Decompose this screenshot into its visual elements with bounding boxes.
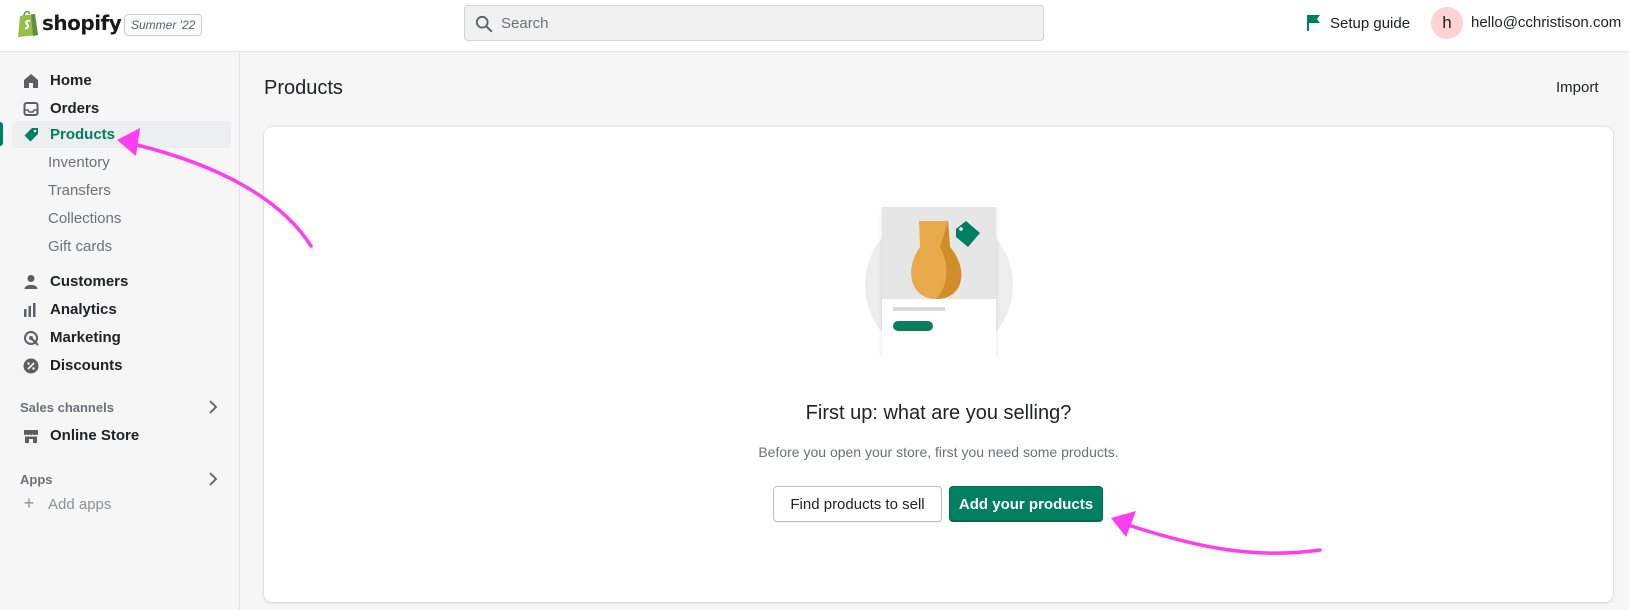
- import-button[interactable]: Import: [1556, 79, 1599, 96]
- setup-guide-button[interactable]: Setup guide: [1306, 14, 1410, 32]
- empty-state-heading: First up: what are you selling?: [805, 402, 1072, 424]
- shopify-logo[interactable]: shopify: [16, 8, 122, 38]
- tag-icon: [22, 126, 40, 144]
- flag-icon: [1307, 15, 1320, 31]
- sidebar-item-label: Orders: [50, 100, 100, 117]
- bar-chart-icon: [22, 301, 40, 319]
- discount-icon: [22, 357, 40, 375]
- add-apps-label: Add apps: [48, 495, 112, 513]
- user-email[interactable]: hello@cchristison.com: [1471, 14, 1621, 31]
- sidebar-item-label: Discounts: [50, 357, 123, 374]
- sidebar-subitem-gift-cards[interactable]: Gift cards: [48, 238, 112, 255]
- orders-icon: [22, 100, 40, 118]
- apps-title: Apps: [20, 472, 53, 487]
- sidebar-item-online-store[interactable]: Online Store: [12, 422, 231, 449]
- active-indicator: [0, 122, 3, 146]
- sidebar-item-label: Products: [50, 126, 116, 143]
- home-icon: [22, 72, 40, 90]
- sidebar-item-marketing[interactable]: Marketing: [12, 324, 231, 351]
- add-apps-button[interactable]: + Add apps: [20, 493, 112, 513]
- sidebar-item-analytics[interactable]: Analytics: [12, 296, 231, 323]
- sidebar-item-discounts[interactable]: Discounts: [12, 352, 231, 379]
- shopify-bag-icon: [18, 10, 38, 37]
- product-illustration: [865, 207, 1013, 357]
- store-icon: [22, 427, 40, 445]
- sidebar-item-label: Customers: [50, 273, 129, 290]
- add-products-button[interactable]: Add your products: [949, 486, 1103, 522]
- empty-state-text: Before you open your store, first you ne…: [758, 444, 1119, 460]
- person-icon: [22, 273, 40, 291]
- sidebar-item-products[interactable]: Products: [12, 121, 231, 148]
- sidebar-item-orders[interactable]: Orders: [12, 95, 231, 122]
- chevron-right-icon[interactable]: [207, 472, 219, 486]
- sidebar-subitem-collections[interactable]: Collections: [48, 210, 121, 227]
- sidebar-item-customers[interactable]: Customers: [12, 268, 231, 295]
- empty-state-card: First up: what are you selling? Before y…: [264, 127, 1613, 602]
- sidebar-item-home[interactable]: Home: [12, 67, 231, 94]
- search-input[interactable]: [501, 6, 1031, 40]
- sidebar-item-label: Home: [50, 72, 92, 89]
- sidebar-subitem-transfers[interactable]: Transfers: [48, 182, 111, 199]
- sales-channels-title: Sales channels: [20, 400, 114, 415]
- brand-name: shopify: [42, 11, 122, 35]
- top-bar: shopify Summer '22 Setup guide h hello@c…: [0, 0, 1629, 52]
- sidebar-item-label: Marketing: [50, 329, 121, 346]
- edition-badge: Summer '22: [124, 14, 203, 36]
- search-icon: [475, 15, 493, 33]
- find-products-button[interactable]: Find products to sell: [773, 486, 942, 522]
- marketing-icon: [22, 329, 40, 347]
- sidebar-item-label: Analytics: [50, 301, 117, 318]
- avatar[interactable]: h: [1431, 7, 1463, 39]
- search-bar[interactable]: [464, 5, 1044, 41]
- chevron-right-icon[interactable]: [207, 400, 219, 414]
- sidebar: Home Orders Products Inventory Transfers…: [0, 52, 240, 610]
- plus-icon: +: [23, 493, 35, 513]
- setup-guide-label: Setup guide: [1330, 14, 1411, 32]
- page-title: Products: [264, 77, 343, 99]
- sidebar-item-label: Online Store: [50, 427, 140, 444]
- sidebar-subitem-inventory[interactable]: Inventory: [48, 154, 110, 171]
